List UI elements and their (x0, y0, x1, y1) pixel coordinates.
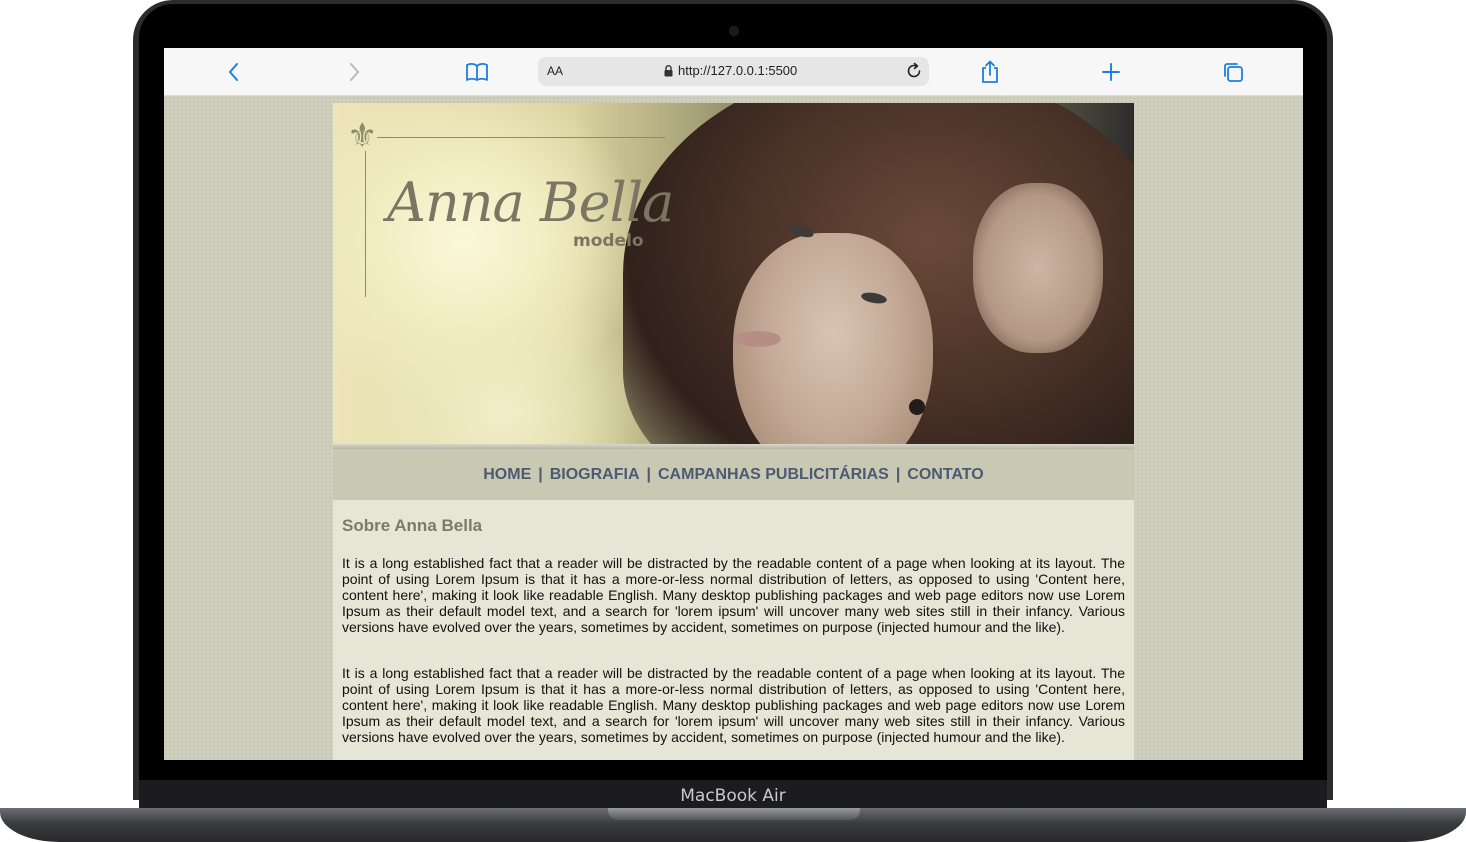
hero-photo-lips (735, 331, 781, 347)
hero-banner: ⚜ Anna Bella modelo (333, 103, 1134, 449)
laptop-notch (608, 808, 860, 820)
camera-icon (730, 27, 738, 35)
logo-subtitle: modelo (573, 231, 644, 251)
nav-separator: | (538, 466, 543, 483)
nav-separator: | (895, 466, 901, 483)
main-nav: HOME | BIOGRAFIA | CAMPANHAS PUBLICITÁRIAS | C… (333, 449, 1134, 500)
lock-icon (664, 64, 673, 76)
reload-icon (907, 62, 921, 78)
url-display[interactable]: http://127.0.0.1:5500 (664, 63, 797, 78)
fleur-de-lis-icon: ⚜ (347, 116, 378, 156)
logo-rule-horizontal (377, 137, 665, 138)
address-bar[interactable]: AA http://127.0.0.1:5500 (538, 57, 929, 86)
tabs-icon (1224, 63, 1243, 82)
site-logo[interactable]: ⚜ Anna Bella modelo (347, 116, 674, 297)
nav-campanhas-link[interactable]: CAMPANHAS PUBLICITÁRIAS (658, 466, 889, 483)
browser-toolbar: AA http://127.0.0.1:5500 (164, 48, 1303, 96)
forward-button[interactable] (340, 58, 368, 86)
share-icon (982, 60, 998, 83)
tabs-overview-button[interactable] (1219, 58, 1247, 86)
new-tab-button[interactable] (1097, 58, 1125, 86)
text-size-button[interactable]: AA (547, 64, 563, 78)
logo-title: Anna Bella (387, 171, 674, 234)
main-content: Sobre Anna Bella It is a long establishe… (333, 500, 1134, 760)
web-page: ⚜ Anna Bella modelo HOME | BIOGRAFIA | CAMPA… (164, 96, 1303, 760)
back-button[interactable] (220, 58, 248, 86)
plus-icon (1102, 63, 1120, 81)
nav-biografia-link[interactable]: BIOGRAFIA (550, 466, 640, 483)
logo-rule-vertical (365, 151, 366, 297)
url-text: http://127.0.0.1:5500 (678, 63, 798, 78)
nav-separator: | (646, 466, 651, 483)
chevron-left-icon (229, 63, 238, 81)
share-button[interactable] (976, 58, 1004, 86)
reload-button[interactable] (905, 62, 923, 85)
hero-photo-earring (909, 399, 925, 415)
body-paragraph: It is a long established fact that a rea… (342, 555, 1125, 635)
section-title: Sobre Anna Bella (342, 516, 483, 535)
book-icon (466, 63, 488, 81)
nav-contato-link[interactable]: CONTATO (907, 466, 983, 483)
bookmarks-button[interactable] (463, 58, 491, 86)
site-wrapper: ⚜ Anna Bella modelo HOME | BIOGRAFIA | CAMPA… (333, 103, 1134, 760)
nav-home-link[interactable]: HOME (483, 466, 531, 483)
device-label: MacBook Air (680, 786, 786, 806)
browser-screen: AA http://127.0.0.1:5500 ⚜ Anna Bella mo… (164, 48, 1303, 760)
hero-photo-hand (973, 183, 1103, 353)
body-paragraph: It is a long established fact that a rea… (342, 665, 1125, 745)
chevron-right-icon (350, 63, 359, 81)
